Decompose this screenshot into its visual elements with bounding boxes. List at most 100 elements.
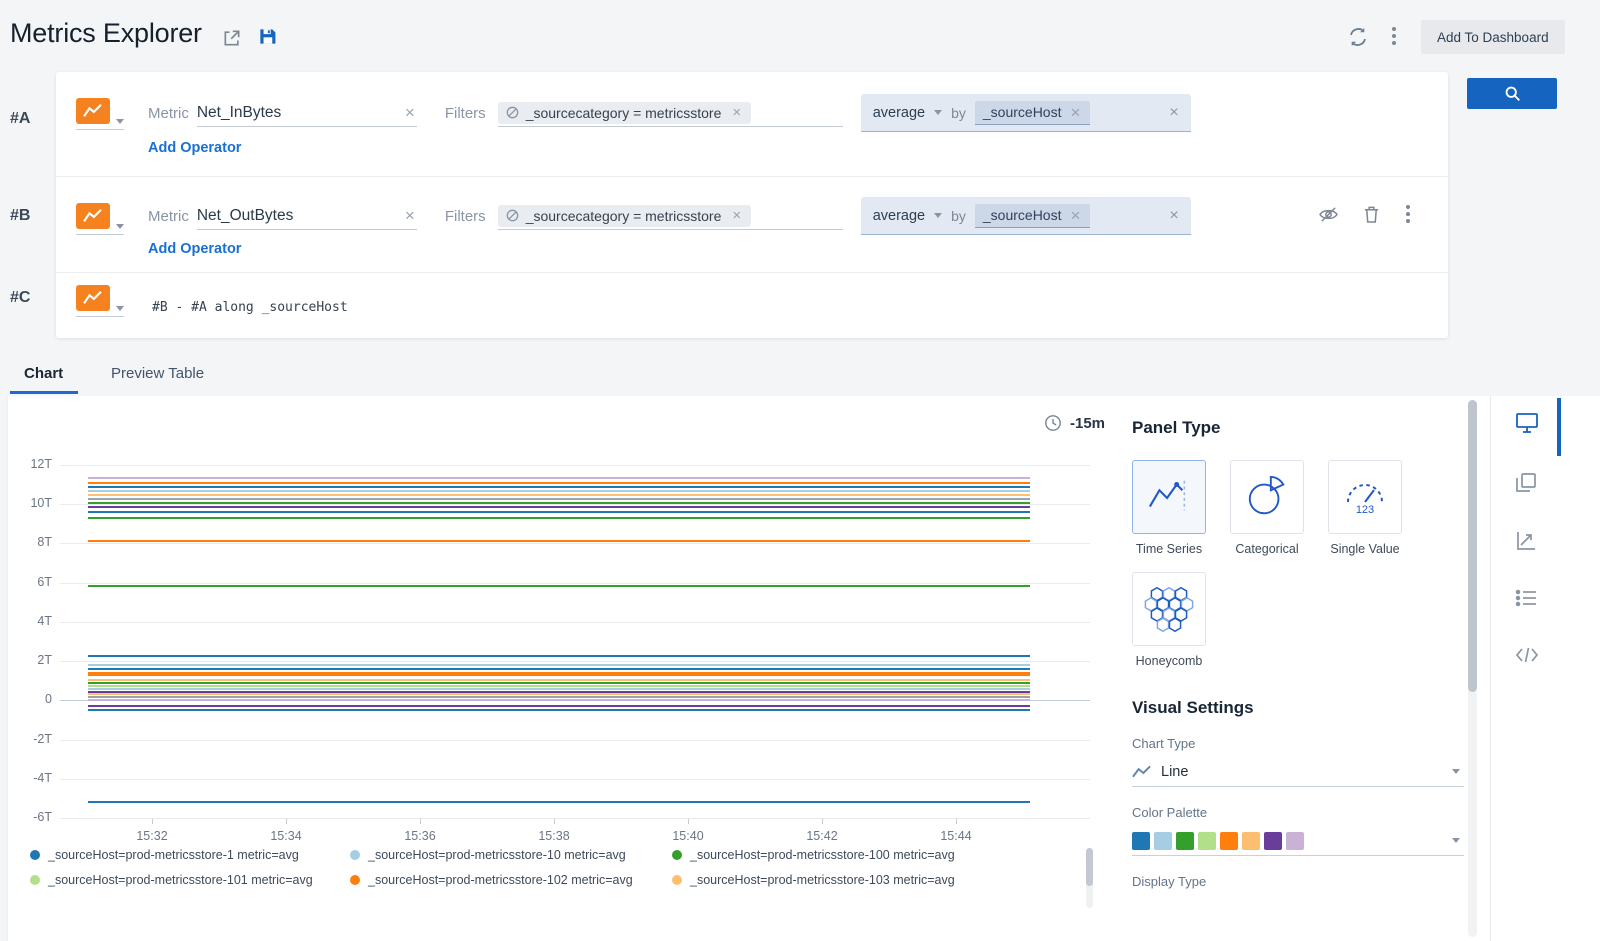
remove-filter-icon[interactable]: × bbox=[730, 208, 743, 223]
palette-swatch bbox=[1154, 832, 1172, 850]
panel-type-title: Panel Type bbox=[1132, 418, 1464, 438]
gridline bbox=[60, 504, 1090, 505]
add-to-dashboard-button[interactable]: Add To Dashboard bbox=[1421, 20, 1565, 54]
panel-type-time-series[interactable]: Time Series bbox=[1132, 460, 1206, 556]
series-line bbox=[88, 498, 1030, 500]
clear-metric-icon[interactable]: × bbox=[403, 207, 417, 224]
remove-filter-icon[interactable]: × bbox=[730, 105, 743, 120]
metric-type-selector[interactable] bbox=[76, 98, 124, 130]
series-line bbox=[88, 668, 1030, 670]
panel-type-single-value[interactable]: 123 Single Value bbox=[1328, 460, 1402, 556]
operator-name[interactable]: average bbox=[873, 105, 925, 121]
legend-item[interactable]: _sourceHost=prod-metricsstore-103 metric… bbox=[672, 873, 1012, 887]
axes-settings-icon[interactable] bbox=[1515, 530, 1537, 552]
legend-item[interactable]: _sourceHost=prod-metricsstore-101 metric… bbox=[30, 873, 350, 887]
remove-group-by-icon[interactable]: × bbox=[1068, 207, 1082, 224]
legend-scrollbar-thumb[interactable] bbox=[1086, 848, 1093, 886]
by-label: by bbox=[951, 208, 966, 224]
remove-group-by-icon[interactable]: × bbox=[1068, 104, 1082, 121]
palette-swatch bbox=[1132, 832, 1150, 850]
plot-area[interactable]: 12T10T8T6T4T2T0-2T-4T-6T 15:3215:3415:36… bbox=[60, 465, 1090, 819]
more-options-icon[interactable] bbox=[1390, 25, 1398, 47]
legend-settings-icon[interactable] bbox=[1515, 588, 1537, 608]
display-type-label: Display Type bbox=[1132, 874, 1464, 889]
series-line bbox=[88, 506, 1030, 508]
chart-legend: _sourceHost=prod-metricsstore-1 metric=a… bbox=[30, 848, 1070, 887]
metric-input[interactable]: Net_OutBytes × bbox=[197, 202, 417, 230]
x-tick bbox=[956, 819, 957, 824]
query-row-b: Metric Net_OutBytes × Filters _sourcecat… bbox=[56, 176, 1448, 272]
refresh-icon[interactable] bbox=[1347, 26, 1369, 48]
metric-type-selector[interactable] bbox=[76, 203, 124, 235]
color-palette-select[interactable] bbox=[1132, 826, 1464, 856]
display-settings-icon[interactable] bbox=[1515, 412, 1539, 434]
by-label: by bbox=[951, 105, 966, 121]
code-view-icon[interactable] bbox=[1515, 646, 1539, 664]
share-icon[interactable] bbox=[222, 28, 242, 48]
panel-type-label: Single Value bbox=[1328, 542, 1402, 556]
save-icon[interactable] bbox=[258, 27, 277, 46]
add-operator-link[interactable]: Add Operator bbox=[148, 241, 241, 257]
metric-value: Net_OutBytes bbox=[197, 207, 294, 225]
group-by-chip[interactable]: _sourceHost × bbox=[975, 204, 1091, 228]
tab-preview-table[interactable]: Preview Table bbox=[111, 365, 204, 382]
panel-type-categorical[interactable]: Categorical bbox=[1230, 460, 1304, 556]
operator-name[interactable]: average bbox=[873, 208, 925, 224]
add-operator-link[interactable]: Add Operator bbox=[148, 140, 241, 156]
palette-swatch bbox=[1286, 832, 1304, 850]
clock-icon bbox=[1044, 414, 1062, 432]
legend-item[interactable]: _sourceHost=prod-metricsstore-102 metric… bbox=[350, 873, 672, 887]
chart-type-select[interactable]: Line bbox=[1132, 757, 1464, 787]
x-tick-label: 15:38 bbox=[529, 829, 579, 843]
panel-type-label: Time Series bbox=[1132, 542, 1206, 556]
series-line bbox=[88, 699, 1030, 701]
time-range-control[interactable]: -15m bbox=[1044, 414, 1105, 432]
y-tick-label: 0 bbox=[10, 692, 52, 706]
group-by-value: _sourceHost bbox=[983, 207, 1062, 223]
search-button[interactable] bbox=[1467, 78, 1557, 109]
gridline bbox=[60, 740, 1090, 741]
legend-scrollbar[interactable] bbox=[1086, 848, 1093, 908]
gridline bbox=[60, 465, 1090, 466]
hide-query-icon[interactable] bbox=[1318, 206, 1339, 223]
remove-operator-icon[interactable]: × bbox=[1169, 207, 1178, 225]
legend-item[interactable]: _sourceHost=prod-metricsstore-100 metric… bbox=[672, 848, 1012, 862]
operator-group[interactable]: average by _sourceHost × × bbox=[861, 94, 1191, 132]
filters-input[interactable]: _sourcecategory = metricsstore × bbox=[498, 99, 843, 127]
query-row-label-a: #A bbox=[10, 110, 30, 128]
query-options-icon[interactable] bbox=[1404, 203, 1412, 225]
legend-item[interactable]: _sourceHost=prod-metricsstore-10 metric=… bbox=[350, 848, 672, 862]
panel-type-honeycomb[interactable]: Honeycomb bbox=[1132, 572, 1206, 668]
expression-input[interactable]: #B - #A along _sourceHost bbox=[152, 300, 348, 315]
legend-label: _sourceHost=prod-metricsstore-1 metric=a… bbox=[48, 848, 299, 862]
delete-query-icon[interactable] bbox=[1363, 205, 1380, 224]
settings-scrollbar[interactable] bbox=[1468, 400, 1477, 937]
clear-metric-icon[interactable]: × bbox=[403, 104, 417, 121]
metrics-chart-icon bbox=[76, 203, 110, 229]
x-tick-label: 15:32 bbox=[127, 829, 177, 843]
settings-scrollbar-thumb[interactable] bbox=[1468, 400, 1477, 692]
series-line bbox=[88, 655, 1030, 657]
tab-chart[interactable]: Chart bbox=[24, 365, 63, 382]
operator-group[interactable]: average by _sourceHost × × bbox=[861, 197, 1191, 235]
duplicate-panel-icon[interactable] bbox=[1515, 472, 1537, 494]
chart-type-value: Line bbox=[1161, 764, 1188, 780]
metric-type-selector[interactable] bbox=[76, 285, 124, 317]
y-tick-label: -2T bbox=[10, 732, 52, 746]
filters-input[interactable]: _sourcecategory = metricsstore × bbox=[498, 202, 843, 230]
legend-dot bbox=[350, 875, 360, 885]
x-tick-label: 15:40 bbox=[663, 829, 713, 843]
remove-operator-icon[interactable]: × bbox=[1169, 104, 1178, 122]
chevron-down-icon bbox=[934, 213, 942, 218]
x-tick-label: 15:44 bbox=[931, 829, 981, 843]
series-line bbox=[88, 477, 1030, 479]
metric-label: Metric bbox=[148, 105, 189, 122]
gridline bbox=[60, 622, 1090, 623]
x-tick-label: 15:36 bbox=[395, 829, 445, 843]
filter-chip[interactable]: _sourcecategory = metricsstore × bbox=[498, 102, 751, 124]
metric-input[interactable]: Net_InBytes × bbox=[197, 99, 417, 127]
x-tick bbox=[286, 819, 287, 824]
legend-item[interactable]: _sourceHost=prod-metricsstore-1 metric=a… bbox=[30, 848, 350, 862]
group-by-chip[interactable]: _sourceHost × bbox=[975, 101, 1091, 125]
filter-chip[interactable]: _sourcecategory = metricsstore × bbox=[498, 205, 751, 227]
